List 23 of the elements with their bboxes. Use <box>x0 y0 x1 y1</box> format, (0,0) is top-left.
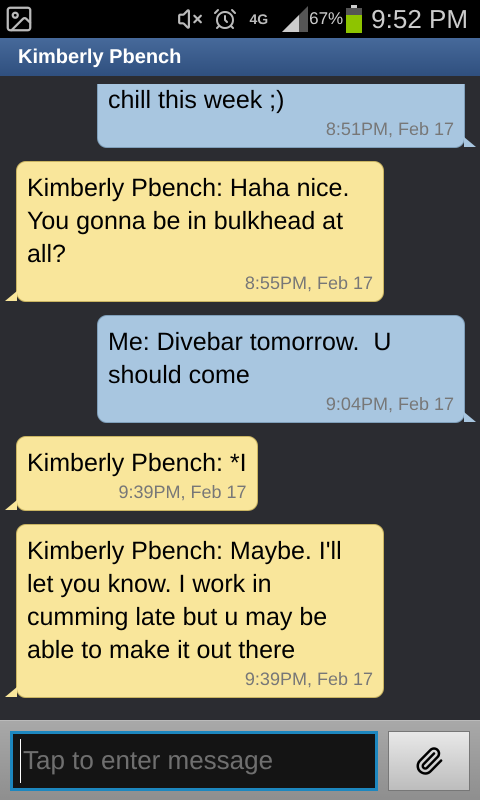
message-text: Me: Divebar tomorrow. U should come <box>108 327 392 391</box>
mute-icon <box>177 6 204 32</box>
message-text: Kimberly Pbench: Haha nice. You gonna be in bulkhead at all? <box>27 173 350 270</box>
signal-icon <box>282 6 308 32</box>
paperclip-icon <box>414 746 444 776</box>
message-text: Kimberly Pbench: *I <box>27 448 247 479</box>
alarm-icon <box>213 7 238 31</box>
message-text: Kimberly Pbench: Maybe. I'll let you know. I work in cumming late but u may be able to make it out there <box>27 536 343 666</box>
network-label: 4G <box>249 12 268 26</box>
image-icon <box>4 4 34 34</box>
contact-name: Kimberly Pbench <box>18 45 182 70</box>
message-text: chill this week ;) <box>108 85 286 116</box>
attach-button[interactable] <box>388 730 470 790</box>
message-time: 8:55PM, Feb 17 <box>244 272 373 295</box>
message-input[interactable]: Tap to enter message <box>10 730 378 790</box>
battery-percent: 67% <box>309 8 344 30</box>
message-time: 9:39PM, Feb 17 <box>117 481 247 504</box>
battery-icon <box>345 5 364 33</box>
message-time: 9:04PM, Feb 17 <box>324 393 454 416</box>
message-time: 8:51PM, Feb 17 <box>324 118 454 141</box>
message-time: 9:39PM, Feb 17 <box>244 668 373 691</box>
text-cursor <box>20 738 21 782</box>
clock: 9:52 PM <box>371 2 468 36</box>
